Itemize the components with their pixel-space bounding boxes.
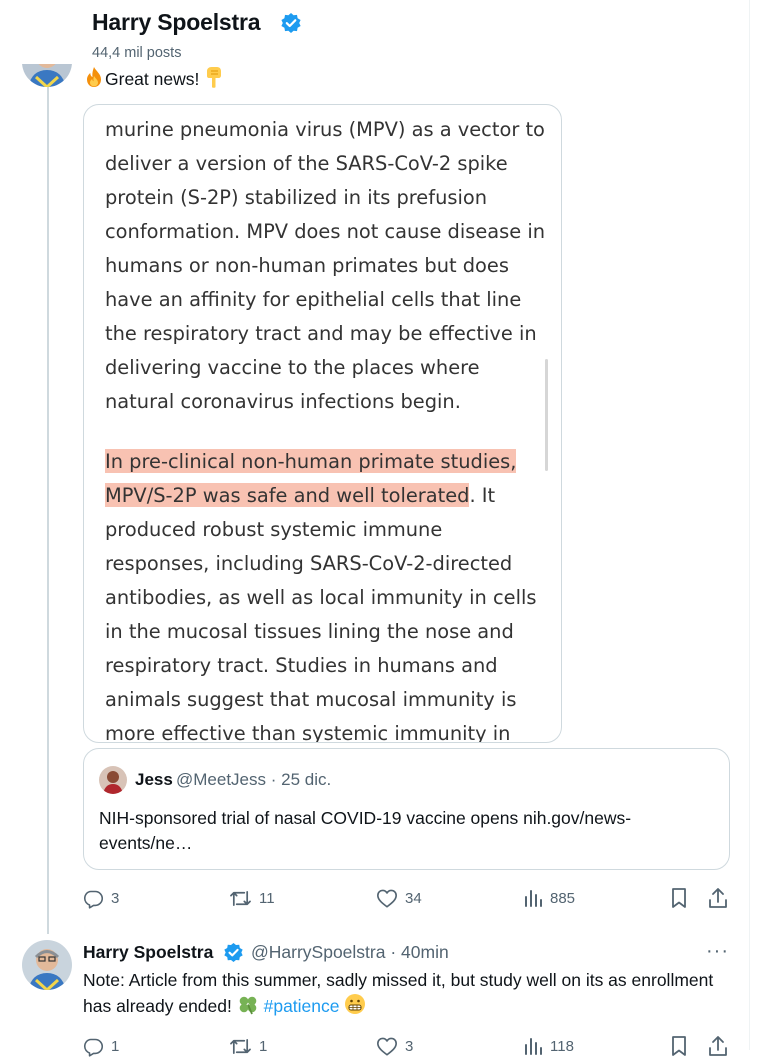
views-icon [523,1036,543,1056]
article-paragraph: In pre-clinical non-human primate studie… [105,445,550,743]
reply-icon [83,1036,104,1057]
tweet-text-content: Note: Article from this summer, sadly mi… [83,970,714,1016]
quote-text: NIH-sponsored trial of nasal COVID-19 va… [99,808,632,853]
article-image[interactable]: murine pneumonia virus (MPV) as a vector… [83,104,562,743]
like-count: 34 [405,889,422,907]
quote-avatar[interactable] [99,766,127,794]
like-button[interactable]: 34 [376,886,422,910]
repost-icon [229,1036,252,1057]
like-count: 3 [405,1037,414,1055]
like-icon [376,888,398,909]
quote-author-name[interactable]: Jess [135,770,173,790]
bookmark-button[interactable] [669,886,689,910]
views-count: 885 [550,889,576,907]
share-button[interactable] [707,1034,729,1058]
share-icon [707,1035,729,1057]
reply-icon [83,888,104,909]
like-icon [376,1036,398,1057]
tweet-text: Note: Article from this summer, sadly mi… [83,968,723,1022]
more-options-icon[interactable]: ··· [706,940,729,963]
highlighted-text: In pre-clinical non-human primate studie… [105,450,517,507]
article-text-rest: . It produced robust systemic immune res… [105,484,537,743]
bookmark-icon [669,887,689,909]
reply-button[interactable]: 1 [83,1034,119,1058]
profile-name: Harry Spoelstra [92,9,261,35]
pointing-down-icon [204,66,224,95]
repost-button[interactable]: 11 [229,886,275,910]
tweet-text: Great news! [83,66,224,95]
bookmark-icon [669,1035,689,1057]
reply-count: 1 [111,1037,120,1055]
share-icon [707,887,729,909]
hashtag-link[interactable]: #patience [264,996,340,1016]
quoted-tweet[interactable]: Jess @MeetJess · 25 dic. NIH-sponsored t… [83,748,730,870]
bookmark-button[interactable] [669,1034,689,1058]
fire-icon [83,66,105,95]
author-name[interactable]: Harry Spoelstra [83,942,213,963]
article-text: murine pneumonia virus (MPV) as a vector… [105,113,550,743]
tweet-text-content: Great news! [105,69,200,89]
share-button[interactable] [707,886,729,910]
reply-button[interactable]: 3 [83,886,119,910]
repost-count: 1 [259,1037,268,1055]
thread-connector-line [47,86,49,934]
verified-badge-icon [223,942,244,968]
views-button[interactable]: 885 [523,886,575,910]
quote-author-handle: @MeetJess · 25 dic. [176,770,332,789]
column-divider [749,0,750,1050]
views-count: 118 [550,1037,574,1055]
grimacing-face-icon [344,993,366,1022]
posts-count: 44,4 mil posts [92,45,182,61]
repost-icon [229,888,252,909]
views-button[interactable]: 118 [523,1034,574,1058]
repost-button[interactable]: 1 [229,1034,267,1058]
scrollbar [545,359,548,471]
reply-count: 3 [111,889,120,907]
like-button[interactable]: 3 [376,1034,413,1058]
clover-icon [237,993,259,1022]
verified-badge-icon [280,12,302,39]
avatar[interactable] [22,940,72,990]
profile-header: Harry Spoelstra 44,4 mil posts [0,0,749,64]
views-icon [523,888,543,908]
article-paragraph: murine pneumonia virus (MPV) as a vector… [105,118,546,413]
repost-count: 11 [259,889,275,907]
author-handle: @HarrySpoelstra · 40min [251,942,449,962]
